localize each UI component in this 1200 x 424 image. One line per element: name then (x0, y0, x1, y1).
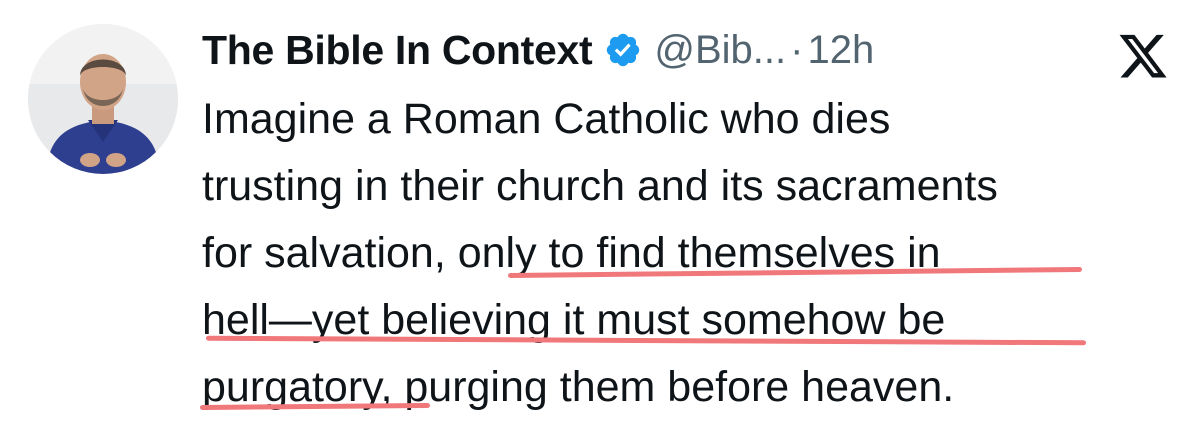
tweet-text-line-5: purgatory, purging them before heaven. (202, 363, 955, 411)
tweet-text: Imagine a Roman Catholic who dies trusti… (202, 86, 1182, 421)
tweet-header: The Bible In Context @Bib... · 12h (202, 22, 874, 78)
author-handle[interactable]: @Bib... (654, 28, 786, 73)
avatar[interactable] (28, 24, 178, 174)
tweet-card: The Bible In Context @Bib... · 12h Imagi… (0, 0, 1200, 424)
verified-badge-icon (604, 31, 642, 69)
tweet-text-line-1: Imagine a Roman Catholic who dies (202, 95, 891, 143)
avatar-image (28, 24, 178, 174)
tweet-text-line-2: trusting in their church and its sacrame… (202, 162, 998, 210)
x-logo-icon[interactable] (1116, 30, 1170, 78)
timestamp[interactable]: 12h (807, 28, 874, 73)
display-name[interactable]: The Bible In Context (202, 27, 593, 74)
separator-dot: · (790, 27, 804, 72)
tweet-text-line-3: for salvation, only to find themselves i… (202, 229, 941, 277)
